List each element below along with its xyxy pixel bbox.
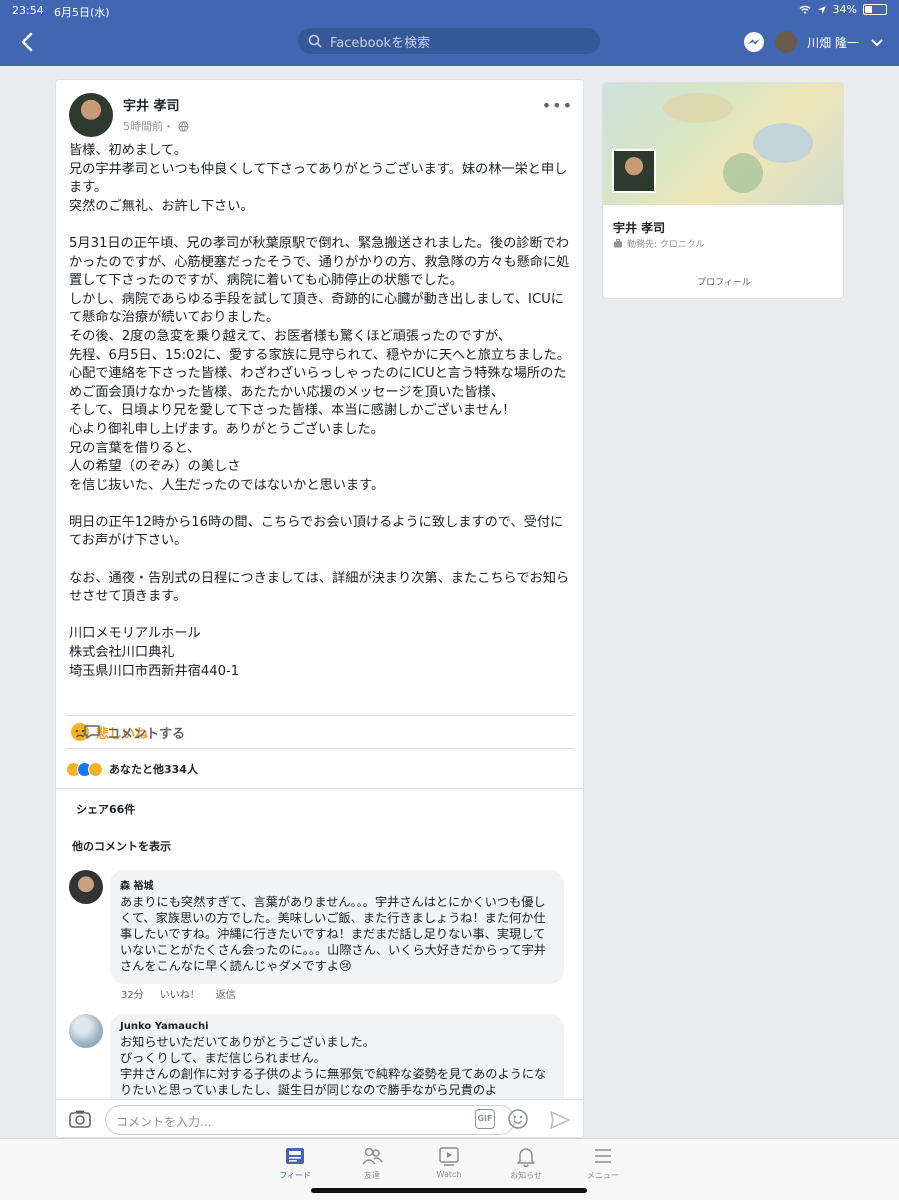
tab-notifications[interactable]: お知らせ: [496, 1145, 556, 1181]
top-bar: 23:54 6月5日(水) 34% Facebookを検索 川畑 隆一: [0, 0, 899, 66]
cover-art: [723, 153, 763, 193]
profile-link[interactable]: プロフィール: [603, 275, 843, 288]
post-time[interactable]: 5時間前・: [123, 118, 174, 134]
wow-reaction-icon: [88, 761, 103, 777]
battery-icon: [863, 4, 887, 15]
tab-menu[interactable]: メニュー: [573, 1145, 633, 1181]
cover-art: [753, 123, 813, 163]
tab-friends[interactable]: 友達: [342, 1145, 402, 1181]
tab-label: Watch: [436, 1170, 462, 1179]
post-body: 皆様、初めまして。 兄の宇井孝司といつも仲良くして下さってありがとうございます。…: [69, 143, 571, 679]
user-name[interactable]: 川畑 隆一: [807, 34, 859, 51]
comment-like-link[interactable]: いいね！: [160, 986, 200, 1001]
status-time: 23:54: [12, 4, 44, 17]
search-icon: [308, 34, 322, 48]
share-count[interactable]: シェア66件: [76, 801, 135, 817]
post-meta: 5時間前・: [123, 118, 189, 134]
globe-icon: [178, 120, 189, 132]
location-icon: [817, 5, 826, 14]
briefcase-icon: [614, 239, 622, 248]
sticker-icon[interactable]: [507, 1108, 529, 1130]
profile-work-text: 勤務先: クロニクル: [627, 240, 705, 250]
commenter-avatar[interactable]: [69, 1014, 103, 1048]
profile-name[interactable]: 宇井 孝司: [613, 219, 665, 236]
feed-icon: [286, 1148, 304, 1164]
gif-icon[interactable]: GIF: [475, 1109, 495, 1129]
battery-percent: 34%: [832, 3, 857, 16]
post-card: 宇井 孝司 5時間前・ ••• 皆様、初めまして。 兄の宇井孝司といつも仲良くし…: [55, 79, 584, 1138]
profile-card: 宇井 孝司 勤務先: クロニクル プロフィール: [602, 82, 844, 299]
tab-watch[interactable]: Watch: [419, 1145, 479, 1179]
tab-label: お知らせ: [510, 1171, 542, 1180]
comment-input[interactable]: コメントを入力...: [105, 1105, 515, 1135]
comment-label: コメントする: [107, 726, 186, 742]
reaction-summary[interactable]: あなたと他334人: [66, 761, 198, 777]
comment-text: お知らせいただいてありがとうございました。 びっくりして、まだ信じられません。 …: [120, 1035, 547, 1097]
post-actions: 悲しいね コメントする: [66, 715, 573, 749]
profile-avatar[interactable]: [612, 149, 656, 193]
commenter-avatar[interactable]: [69, 870, 103, 904]
tab-label: 友達: [364, 1171, 380, 1180]
comment-icon: [84, 725, 100, 739]
wifi-icon: [799, 5, 811, 14]
reaction-count: あなたと他334人: [109, 763, 198, 776]
comment-button[interactable]: コメントする: [79, 723, 185, 742]
bell-icon: [517, 1148, 535, 1167]
send-icon[interactable]: [549, 1110, 571, 1130]
comment-text: あまりにも突然すぎて、言葉がありません。。。宇井さんはとにかくいつも優しくて、家…: [120, 895, 546, 973]
tab-label: フィード: [279, 1171, 311, 1180]
commenter-name[interactable]: 森 裕城: [120, 877, 554, 892]
author-name[interactable]: 宇井 孝司: [123, 95, 189, 114]
search-input[interactable]: Facebookを検索: [298, 28, 600, 54]
post-header: 宇井 孝司 5時間前・: [69, 93, 189, 137]
comment-composer: コメントを入力... GIF: [56, 1099, 583, 1137]
cover-art: [663, 93, 733, 123]
home-indicator: [311, 1188, 587, 1193]
comment-bubble: 森 裕城 あまりにも突然すぎて、言葉がありません。。。宇井さんはとにかくいつも優…: [110, 870, 564, 984]
view-more-comments-link[interactable]: 他のコメントを表示: [72, 838, 171, 854]
chevron-down-icon[interactable]: [869, 34, 885, 50]
comment-time: 32分: [121, 990, 144, 1001]
camera-icon[interactable]: [68, 1109, 92, 1129]
watch-icon: [439, 1147, 459, 1166]
menu-icon: [595, 1149, 611, 1163]
header-right: 川畑 隆一: [743, 28, 885, 56]
search-placeholder: Facebookを検索: [330, 35, 431, 51]
status-date: 6月5日(水): [54, 6, 110, 19]
friends-icon: [362, 1147, 383, 1165]
status-right: 34%: [799, 3, 887, 16]
tab-feed[interactable]: フィード: [265, 1145, 325, 1181]
commenter-name[interactable]: Junko Yamauchi: [120, 1021, 554, 1032]
comment-meta: 32分 いいね！ 返信: [121, 986, 236, 1001]
back-arrow-icon[interactable]: [16, 30, 40, 54]
profile-work: 勤務先: クロニクル: [613, 237, 705, 250]
comment-item: 森 裕城 あまりにも突然すぎて、言葉がありません。。。宇井さんはとにかくいつも優…: [69, 870, 564, 984]
user-avatar[interactable]: [775, 31, 798, 53]
status-bar: 23:54 6月5日(水) 34%: [0, 0, 899, 22]
messenger-icon[interactable]: [743, 31, 765, 53]
tab-label: メニュー: [587, 1171, 619, 1180]
comment-reply-link[interactable]: 返信: [216, 986, 236, 1001]
author-avatar[interactable]: [69, 93, 113, 137]
author-info: 宇井 孝司 5時間前・: [123, 93, 189, 137]
post-options-icon[interactable]: •••: [542, 96, 573, 115]
divider: [56, 788, 583, 789]
